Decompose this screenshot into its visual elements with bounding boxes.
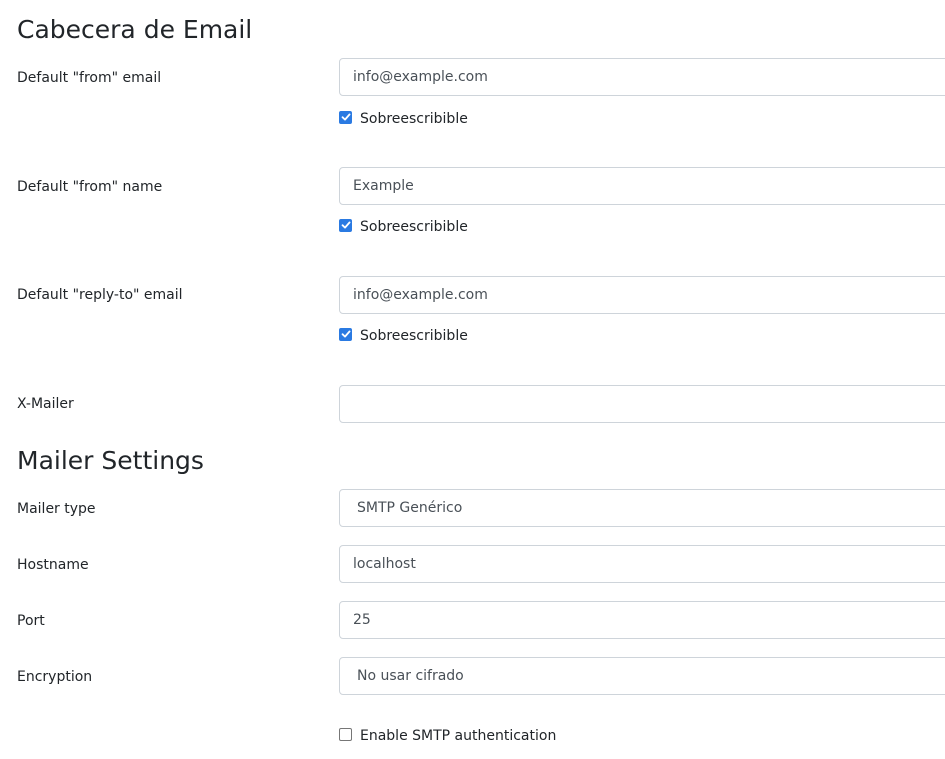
x-mailer-label: X-Mailer — [17, 396, 74, 412]
from-name-input[interactable] — [339, 167, 945, 205]
from-email-overridable-label: Sobreescribible — [360, 111, 468, 127]
section-title-mailer-settings: Mailer Settings — [17, 446, 204, 475]
smtp-auth-checkbox[interactable]: Enable SMTP authentication — [339, 727, 557, 744]
encryption-label: Encryption — [17, 669, 93, 685]
reply-to-input[interactable] — [339, 276, 945, 314]
mailer-type-selected-value: SMTP Genérico — [357, 500, 463, 516]
from-email-label: Default "from" email — [17, 70, 162, 86]
encryption-select[interactable]: No usar cifrado — [339, 657, 945, 695]
smtp-auth-label: Enable SMTP authentication — [360, 728, 557, 744]
checkbox-checked-icon[interactable] — [339, 218, 352, 232]
checkbox-checked-icon[interactable] — [339, 327, 352, 341]
encryption-selected-value: No usar cifrado — [357, 668, 464, 684]
checkbox-checked-icon[interactable] — [339, 110, 352, 124]
mailer-type-select[interactable]: SMTP Genérico — [339, 489, 945, 527]
from-name-overridable-checkbox[interactable]: Sobreescribible — [339, 218, 468, 235]
hostname-label: Hostname — [17, 557, 89, 573]
mail-settings-page: Cabecera de Email Default "from" email S… — [0, 0, 945, 759]
reply-to-label: Default "reply-to" email — [17, 287, 183, 303]
from-name-label: Default "from" name — [17, 179, 163, 195]
reply-to-overridable-checkbox[interactable]: Sobreescribible — [339, 327, 468, 344]
port-label: Port — [17, 613, 45, 629]
port-input[interactable] — [339, 601, 945, 639]
reply-to-overridable-label: Sobreescribible — [360, 328, 468, 344]
from-name-overridable-label: Sobreescribible — [360, 219, 468, 235]
mailer-type-label: Mailer type — [17, 501, 96, 517]
from-email-input[interactable] — [339, 58, 945, 96]
checkbox-unchecked-icon[interactable] — [339, 727, 352, 741]
hostname-input[interactable] — [339, 545, 945, 583]
from-email-overridable-checkbox[interactable]: Sobreescribible — [339, 110, 468, 127]
section-title-email-header: Cabecera de Email — [17, 15, 253, 44]
x-mailer-input[interactable] — [339, 385, 945, 423]
